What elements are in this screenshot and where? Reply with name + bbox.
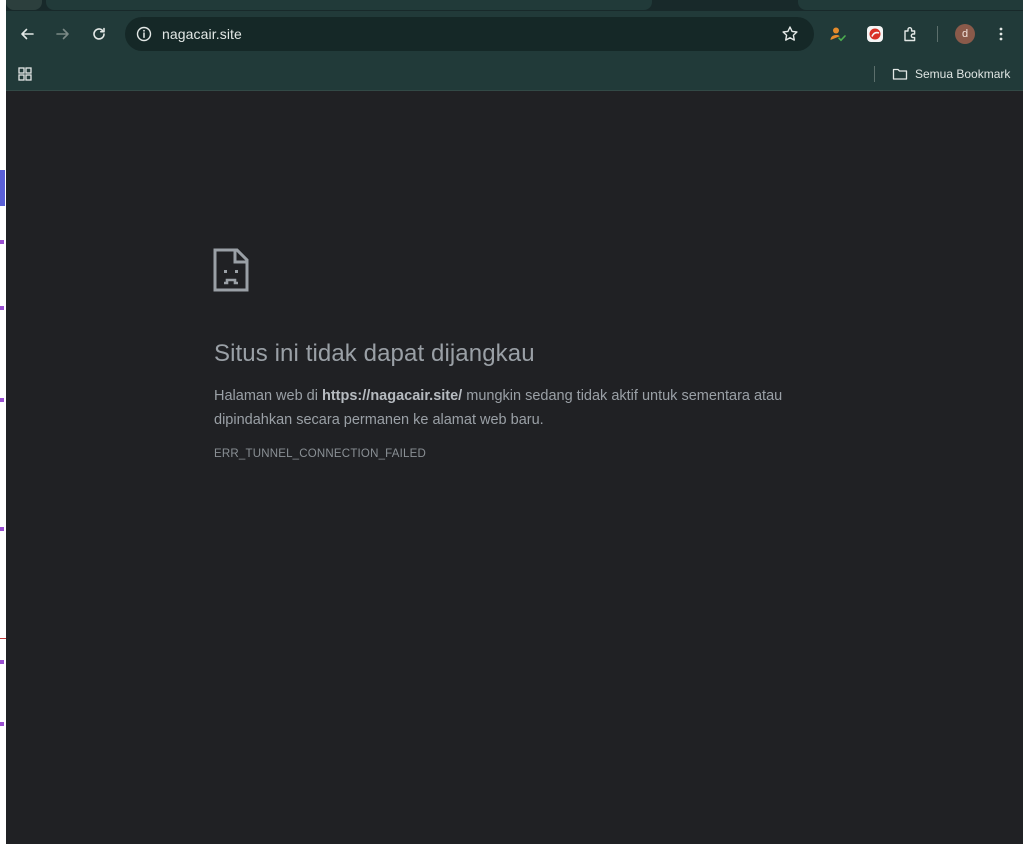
site-info-button[interactable] — [134, 24, 154, 44]
background-window-dot — [0, 306, 4, 310]
background-window-dot — [0, 660, 4, 664]
error-description: Halaman web di https://nagacair.site/ mu… — [214, 384, 824, 432]
extension-button[interactable] — [861, 20, 889, 48]
info-icon — [136, 26, 152, 42]
browser-window: nagacair.site d Semua Bookmark Situs ini… — [6, 0, 1023, 844]
sad-page-icon — [213, 248, 249, 292]
background-window-dot — [0, 527, 4, 531]
apps-grid-icon — [18, 67, 32, 81]
description-prefix: Halaman web di — [214, 388, 322, 404]
bookmarks-separator — [874, 66, 875, 82]
url-text[interactable]: nagacair.site — [162, 26, 242, 42]
extension-profile-button[interactable] — [824, 20, 852, 48]
background-window-dot — [0, 240, 4, 244]
address-bar[interactable]: nagacair.site — [125, 17, 814, 51]
error-title: Situs ini tidak dapat dijangkau — [214, 340, 535, 367]
apps-button[interactable] — [11, 60, 39, 88]
tab-fragment[interactable] — [798, 0, 1023, 10]
star-icon — [782, 26, 798, 41]
background-window-dot — [0, 398, 4, 402]
background-window-dot — [0, 722, 4, 726]
extension-logo-icon — [867, 26, 883, 42]
profile-avatar[interactable]: d — [955, 24, 975, 44]
bookmarks-bar: Semua Bookmark — [6, 57, 1023, 91]
error-code: ERR_TUNNEL_CONNECTION_FAILED — [214, 448, 427, 460]
reload-button[interactable] — [85, 20, 113, 48]
folder-icon — [892, 68, 908, 80]
more-vertical-icon — [999, 27, 1003, 41]
bookmark-star-button[interactable] — [780, 24, 800, 44]
toolbar: nagacair.site d — [6, 11, 1023, 57]
background-window-accent — [0, 170, 5, 206]
forward-button[interactable] — [49, 20, 77, 48]
error-page: Situs ini tidak dapat dijangkau Halaman … — [6, 92, 1023, 844]
back-button[interactable] — [13, 20, 41, 48]
description-url: https://nagacair.site/ — [322, 388, 463, 404]
reload-icon — [93, 27, 105, 40]
arrow-right-icon — [56, 28, 69, 40]
active-tab[interactable] — [46, 0, 652, 10]
person-check-icon — [830, 27, 846, 42]
arrow-left-icon — [21, 28, 34, 40]
extensions-menu-button[interactable] — [897, 20, 925, 48]
puzzle-icon — [904, 27, 916, 42]
all-bookmarks-button[interactable]: Semua Bookmark — [892, 65, 1010, 83]
tab-fragment[interactable] — [6, 0, 42, 10]
browser-menu-button[interactable] — [987, 20, 1015, 48]
toolbar-separator — [937, 26, 938, 42]
all-bookmarks-label: Semua Bookmark — [915, 67, 1011, 81]
